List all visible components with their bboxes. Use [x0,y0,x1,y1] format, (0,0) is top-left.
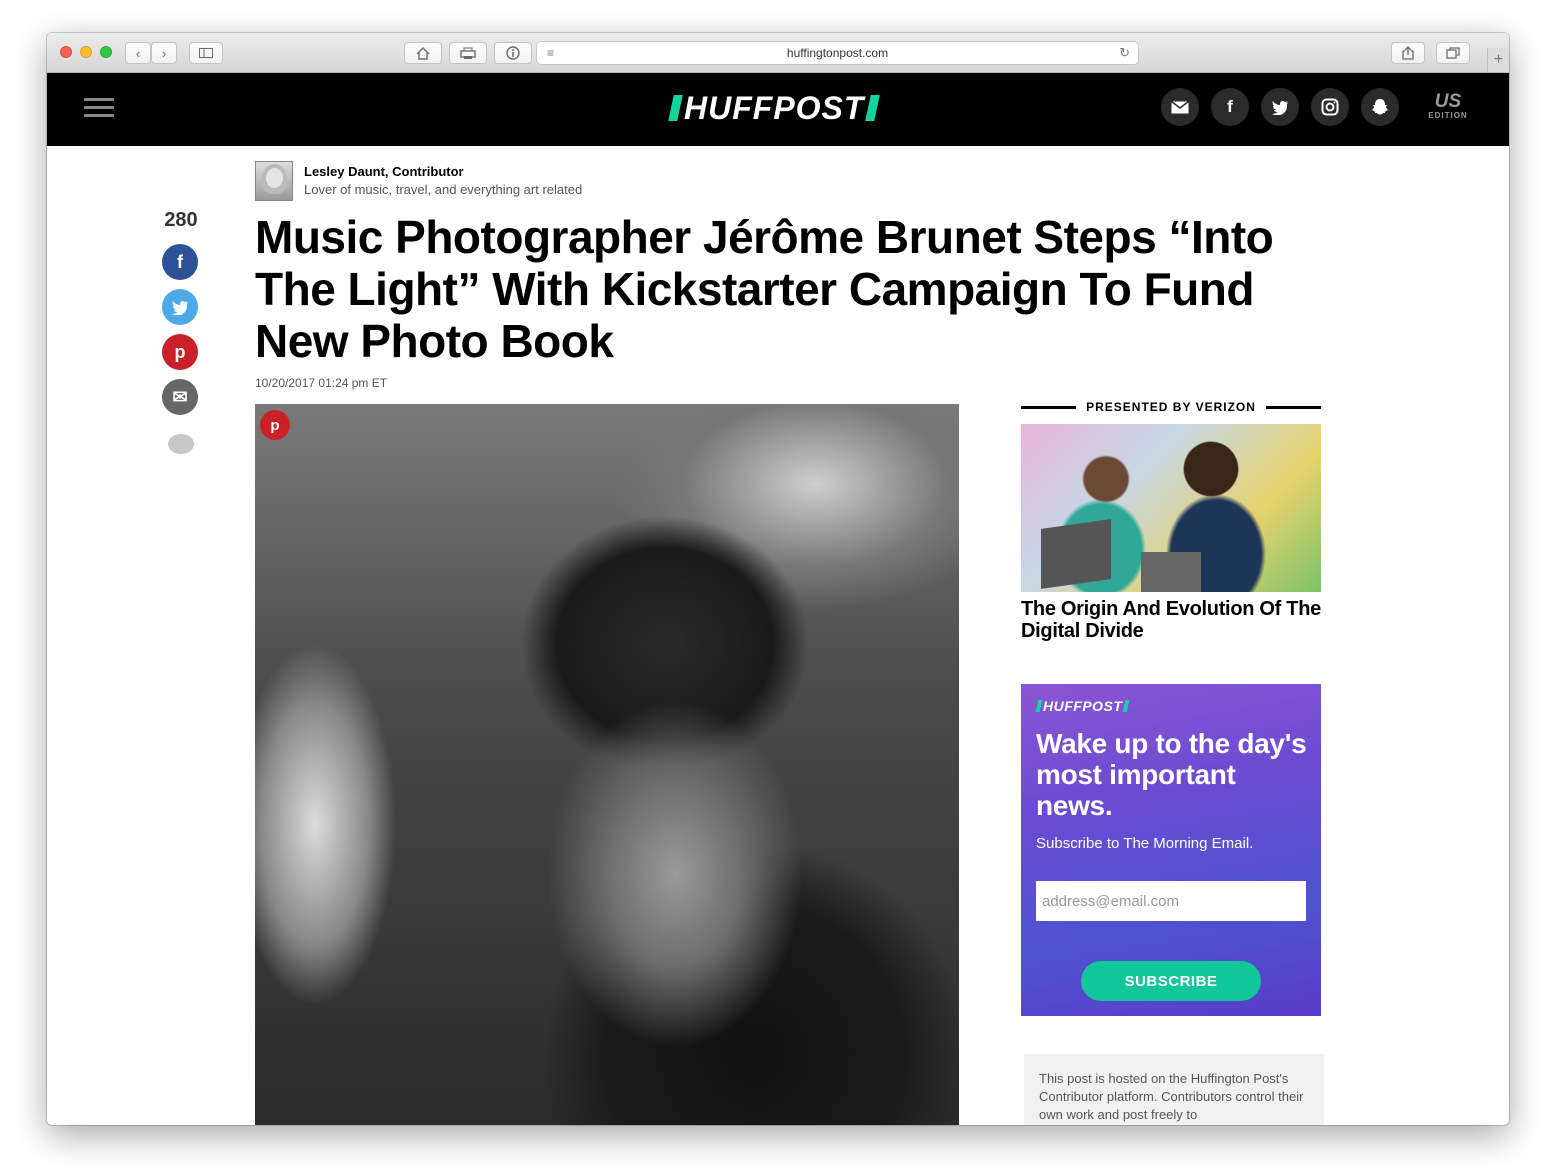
print-button[interactable] [449,42,487,64]
us-edition-selector[interactable]: US EDITION [1423,92,1473,120]
sidebar-icon [199,48,213,58]
sidebar-toggle-button[interactable] [189,42,223,64]
back-button[interactable]: ‹ [125,42,151,64]
promo-title-link[interactable]: The Origin And Evolution Of The Digital … [1021,598,1321,642]
email-icon: ✉ [172,386,188,407]
pinterest-icon: p [270,416,280,434]
pinterest-icon: p [174,341,186,362]
share-icon [1402,46,1414,60]
forward-button[interactable]: › [151,42,177,64]
author-bio: Lover of music, travel, and everything a… [304,182,583,197]
newsletter-email-input[interactable]: address@email.com [1036,881,1306,921]
zoom-window-button[interactable] [100,46,112,58]
article-headline: Music Photographer Jérôme Brunet Steps “… [255,211,1274,367]
new-tab-button[interactable]: + [1487,48,1509,72]
share-button[interactable] [1391,42,1425,64]
info-icon [506,46,520,60]
info-button[interactable] [494,42,532,64]
pin-it-button[interactable]: p [260,410,290,440]
contributor-disclaimer: This post is hosted on the Huffington Po… [1024,1054,1324,1125]
share-twitter-button[interactable] [162,289,198,325]
url-text: huffingtonpost.com [786,46,889,60]
reload-icon[interactable]: ↻ [1119,45,1130,61]
newsletter-subtitle: Subscribe to The Morning Email. [1036,835,1254,852]
twitter-icon [172,300,188,315]
header-snapchat-icon[interactable] [1361,88,1399,126]
site-header: HUFFPOST f US EDITION [47,73,1509,146]
newsletter-logo: HUFFPOST [1035,698,1130,714]
author-avatar[interactable] [255,161,293,201]
chevron-right-icon: › [161,45,167,61]
close-window-button[interactable] [60,46,72,58]
comment-icon[interactable] [168,434,194,454]
header-twitter-icon[interactable] [1261,88,1299,126]
share-facebook-button[interactable]: f [162,244,198,280]
reader-view-icon[interactable]: ≡ [547,46,554,60]
newsletter-signup: HUFFPOST Wake up to the day's most impor… [1021,684,1321,1016]
address-bar[interactable]: ≡ huffingtonpost.com ↻ [536,41,1139,65]
minimize-window-button[interactable] [80,46,92,58]
header-email-icon[interactable] [1161,88,1199,126]
newsletter-headline: Wake up to the day's most important news… [1036,728,1307,821]
chevron-left-icon: ‹ [135,45,141,61]
share-count: 280 [164,209,198,231]
article-photo: p [255,404,959,1125]
browser-window: ‹ › ≡ huffingtonpost.com ↻ + HUFFPOST f … [47,33,1509,1125]
header-instagram-icon[interactable] [1311,88,1349,126]
share-pinterest-button[interactable]: p [162,334,198,370]
printer-icon [460,47,476,59]
browser-toolbar: ‹ › ≡ huffingtonpost.com ↻ + [47,33,1509,73]
sponsor-label: PRESENTED BY VERIZON [1021,399,1321,415]
plus-icon: + [1493,51,1504,68]
menu-icon[interactable] [84,98,114,118]
tabs-icon [1446,47,1460,59]
home-icon [416,46,430,60]
huffpost-logo[interactable]: HUFFPOST [668,90,881,126]
header-facebook-icon[interactable]: f [1211,88,1249,126]
facebook-icon: f [177,251,183,272]
share-email-button[interactable]: ✉ [162,379,198,415]
subscribe-button[interactable]: SUBSCRIBE [1081,961,1261,1001]
article-dateline: 10/20/2017 01:24 pm ET [255,376,388,390]
promo-image[interactable] [1021,424,1321,592]
author-name[interactable]: Lesley Daunt, Contributor [304,164,464,179]
tab-overview-button[interactable] [1436,42,1470,64]
home-button[interactable] [404,42,442,64]
